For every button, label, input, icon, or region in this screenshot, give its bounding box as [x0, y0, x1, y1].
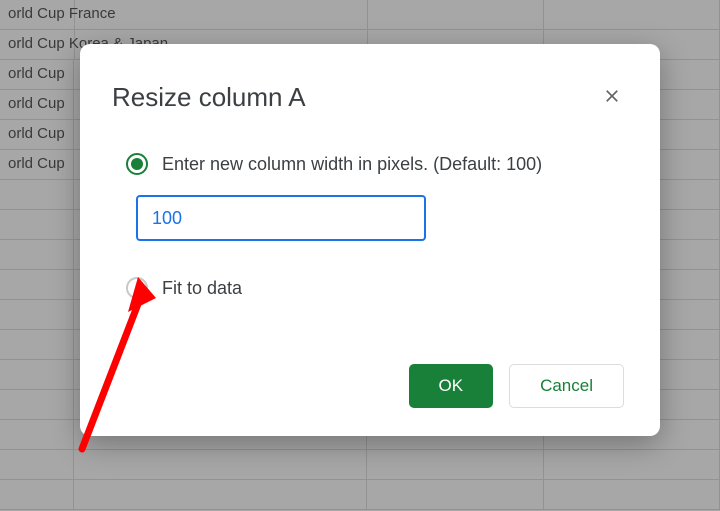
resize-column-dialog: Resize column A Enter new column width i…	[80, 44, 660, 436]
cancel-button[interactable]: Cancel	[509, 364, 624, 408]
dialog-title: Resize column A	[112, 82, 306, 113]
column-width-input[interactable]	[136, 195, 426, 241]
radio-enter-width-label: Enter new column width in pixels. (Defau…	[162, 154, 542, 175]
radio-enter-width[interactable]	[126, 153, 148, 175]
close-icon	[602, 86, 622, 106]
radio-fit-to-data[interactable]	[126, 277, 148, 299]
close-button[interactable]	[596, 80, 628, 112]
radio-fit-to-data-label: Fit to data	[162, 278, 242, 299]
radio-selected-icon	[131, 158, 143, 170]
ok-button[interactable]: OK	[409, 364, 494, 408]
